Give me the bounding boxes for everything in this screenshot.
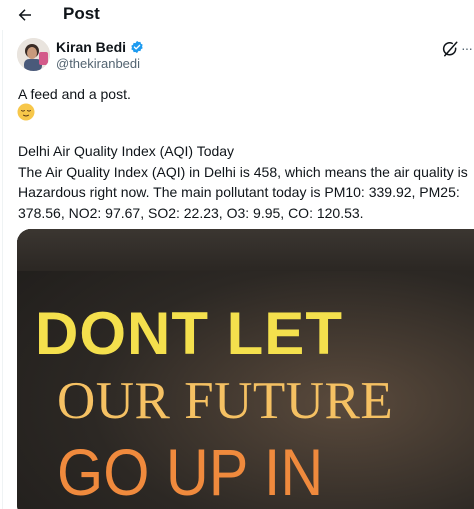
author-handle[interactable]: @thekiranbedi	[56, 56, 140, 71]
post-text: A feed and a post.	[18, 86, 131, 102]
aqi-line: The Air Quality Index (AQI) in Delhi is …	[18, 163, 468, 180]
poster-headline-line2: OUR FUTURE	[57, 372, 394, 430]
aqi-line: Hazardous right now. The main pollutant …	[18, 184, 460, 200]
avatar[interactable]	[17, 38, 50, 71]
poster-headline-line3: GO UP IN	[57, 435, 324, 509]
verified-badge-icon	[131, 40, 143, 54]
top-bar: Post	[0, 0, 474, 30]
page-title: Post	[63, 4, 100, 23]
aqi-line: Delhi Air Quality Index (AQI) Today	[18, 143, 235, 159]
poster-top-band	[17, 229, 474, 271]
arrow-left-icon	[18, 9, 31, 21]
more-options-icon[interactable]: ···	[461, 40, 473, 56]
aqi-line: 378.56, NO2: 97.67, SO2: 22.23, O3: 9.95…	[18, 204, 364, 221]
author-name[interactable]: Kiran Bedi	[56, 39, 144, 55]
relieved-face-emoji	[17, 103, 35, 121]
grok-icon[interactable]	[441, 40, 459, 58]
post-media-image[interactable]: DONT LET OUR FUTURE GO UP IN	[17, 229, 474, 509]
back-button[interactable]	[12, 3, 38, 27]
author-name-text: Kiran Bedi	[56, 39, 127, 55]
column-divider	[2, 30, 3, 509]
aqi-text-block: Delhi Air Quality Index (AQI) Today The …	[18, 141, 474, 223]
poster-headline-line1: DONT LET	[35, 300, 343, 367]
